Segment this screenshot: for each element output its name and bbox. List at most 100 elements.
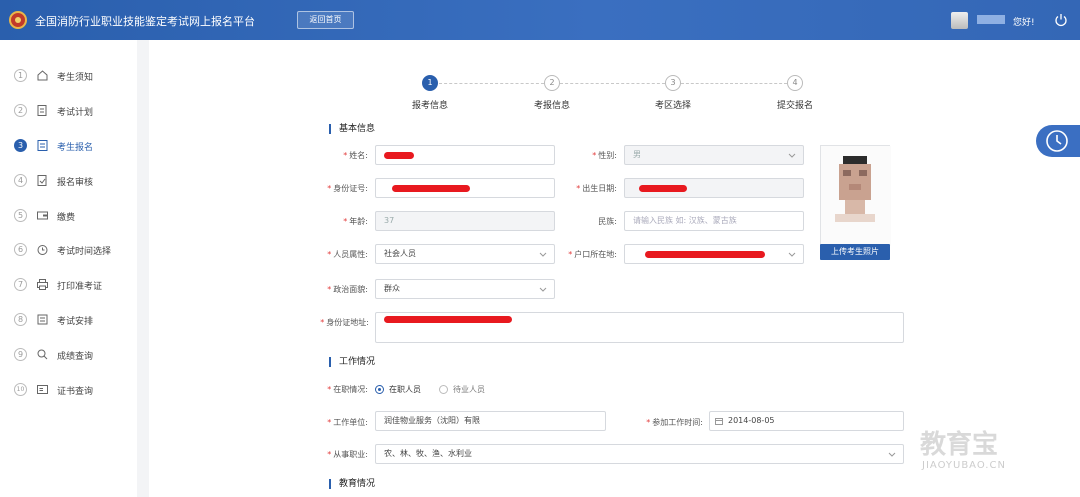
step-1-label: 报考信息 <box>412 101 449 111</box>
sidebar-item-registration[interactable]: 3 考生报名 <box>0 135 137 157</box>
sidebar-item-label: 考试时间选择 <box>57 247 112 257</box>
redaction-mark <box>384 152 414 159</box>
step-2-circle: 2 <box>544 75 560 91</box>
employer-label: * 工作单位: <box>327 418 368 427</box>
name-input[interactable] <box>375 145 555 165</box>
step-number: 6 <box>14 243 27 256</box>
sidebar-item-arrangement[interactable]: 8 考试安排 <box>0 309 137 331</box>
chevron-down-icon <box>539 287 547 292</box>
watermark-logo: 教育宝 <box>920 430 999 460</box>
sidebar-item-score-query[interactable]: 9 成绩查询 <box>0 344 137 366</box>
radio-employed-label[interactable]: 在职人员 <box>389 384 421 395</box>
age-input[interactable]: 37 <box>375 211 555 231</box>
step-2-label: 考报信息 <box>534 101 571 111</box>
redaction-mark <box>384 316 512 323</box>
calendar-icon <box>715 418 723 425</box>
return-home-button[interactable]: 返回首页 <box>297 11 354 29</box>
politics-value: 群众 <box>384 284 400 293</box>
step-number: 8 <box>14 313 27 326</box>
chevron-down-icon <box>788 252 796 257</box>
greeting-text: 您好! <box>1013 18 1035 28</box>
sidebar-item-admission-ticket[interactable]: 7 打印准考证 <box>0 274 137 296</box>
ethnicity-input[interactable]: 请输入民族 如: 汉族、蒙古族 <box>624 211 804 231</box>
upload-photo-button[interactable]: 上传考生照片 <box>820 244 890 260</box>
sidebar-item-label: 缴费 <box>57 213 76 223</box>
sidebar-item-exam-time[interactable]: 6 考试时间选择 <box>0 239 137 261</box>
step-number: 1 <box>14 69 27 82</box>
applicant-photo <box>820 145 891 246</box>
birth-date-label: * 出生日期: <box>576 184 617 193</box>
top-header: 全国消防行业职业技能鉴定考试网上报名平台 返回首页 您好! <box>0 0 1080 40</box>
id-address-textarea[interactable] <box>375 312 904 343</box>
username-redacted <box>977 15 1005 24</box>
hukou-label: * 户口所在地: <box>568 250 617 259</box>
redaction-mark <box>392 185 470 192</box>
hukou-select[interactable] <box>624 244 804 264</box>
sidebar-item-label: 考生须知 <box>57 73 94 83</box>
progress-stepper: 1 报考信息 2 考报信息 3 考区选择 4 提交报名 <box>149 40 1080 120</box>
chevron-down-icon <box>788 153 796 158</box>
birth-date-input[interactable] <box>624 178 804 198</box>
gender-select[interactable]: 男 <box>624 145 804 165</box>
sidebar-item-review[interactable]: 4 报名审核 <box>0 170 137 192</box>
occupation-label: * 从事职业: <box>327 450 368 459</box>
sidebar-item-exam-notice[interactable]: 1 考生须知 <box>0 65 137 87</box>
app-title: 全国消防行业职业技能鉴定考试网上报名平台 <box>35 15 255 28</box>
step-number: 4 <box>14 174 27 187</box>
sidebar-item-exam-plan[interactable]: 2 考试计划 <box>0 100 137 122</box>
sidebar-item-label: 成绩查询 <box>57 352 94 362</box>
step-1-circle: 1 <box>422 75 438 91</box>
floating-timer-button[interactable] <box>1036 125 1080 157</box>
alarm-clock-icon <box>37 245 48 255</box>
work-start-value: 2014-08-05 <box>728 416 775 425</box>
step-number: 5 <box>14 209 27 222</box>
sidebar: 1 考生须知 2 考试计划 3 考生报名 4 报名审核 5 缴费 6 考试时间选… <box>0 40 137 497</box>
home-icon <box>37 70 48 81</box>
fire-emblem-logo <box>9 11 27 29</box>
section-work-info: 工作情况 <box>329 357 375 367</box>
wallet-icon <box>37 211 48 220</box>
ethnicity-label: 民族: <box>598 217 617 226</box>
power-icon[interactable] <box>1054 13 1068 27</box>
search-icon <box>37 349 48 360</box>
chevron-down-icon <box>539 252 547 257</box>
sidebar-item-label: 证书查询 <box>57 387 94 397</box>
id-address-label: * 身份证地址: <box>320 318 369 327</box>
sidebar-item-label: 打印准考证 <box>57 282 103 292</box>
sidebar-item-certificate-query[interactable]: 10 证书查询 <box>0 379 137 401</box>
step-4-circle: 4 <box>787 75 803 91</box>
gender-value: 男 <box>633 150 641 159</box>
step-connector <box>560 83 665 84</box>
step-number: 10 <box>14 383 27 396</box>
chevron-down-icon <box>888 452 896 457</box>
document-check-icon <box>37 175 47 186</box>
work-start-label: * 参加工作时间: <box>646 418 703 427</box>
radio-employed[interactable] <box>375 385 384 394</box>
occupation-value: 农、林、牧、渔、水利业 <box>384 449 472 458</box>
step-4-label: 提交报名 <box>777 101 814 111</box>
id-number-input[interactable] <box>375 178 555 198</box>
work-start-date-input[interactable]: 2014-08-05 <box>709 411 904 431</box>
step-3-circle: 3 <box>665 75 681 91</box>
redaction-mark <box>645 251 765 258</box>
section-basic-info: 基本信息 <box>329 124 375 134</box>
step-number: 7 <box>14 278 27 291</box>
sidebar-item-payment[interactable]: 5 缴费 <box>0 205 137 227</box>
person-type-select[interactable]: 社会人员 <box>375 244 555 264</box>
certificate-icon <box>37 385 48 394</box>
radio-unemployed-label[interactable]: 待业人员 <box>453 384 485 395</box>
step-connector <box>681 83 787 84</box>
occupation-select[interactable]: 农、林、牧、渔、水利业 <box>375 444 904 464</box>
employer-input[interactable]: 润佳物业服务（沈阳）有限 <box>375 411 606 431</box>
radio-unemployed[interactable] <box>439 385 448 394</box>
step-3-label: 考区选择 <box>655 101 692 111</box>
sidebar-item-label: 考生报名 <box>57 143 94 153</box>
redaction-mark <box>639 185 687 192</box>
politics-label: * 政治面貌: <box>327 285 368 294</box>
watermark-url: JIAOYUBAO.CN <box>922 460 1006 471</box>
printer-icon <box>37 279 48 290</box>
politics-select[interactable]: 群众 <box>375 279 555 299</box>
sidebar-item-label: 考试计划 <box>57 108 94 118</box>
person-type-value: 社会人员 <box>384 249 416 258</box>
ethnicity-placeholder: 请输入民族 如: 汉族、蒙古族 <box>633 216 737 225</box>
